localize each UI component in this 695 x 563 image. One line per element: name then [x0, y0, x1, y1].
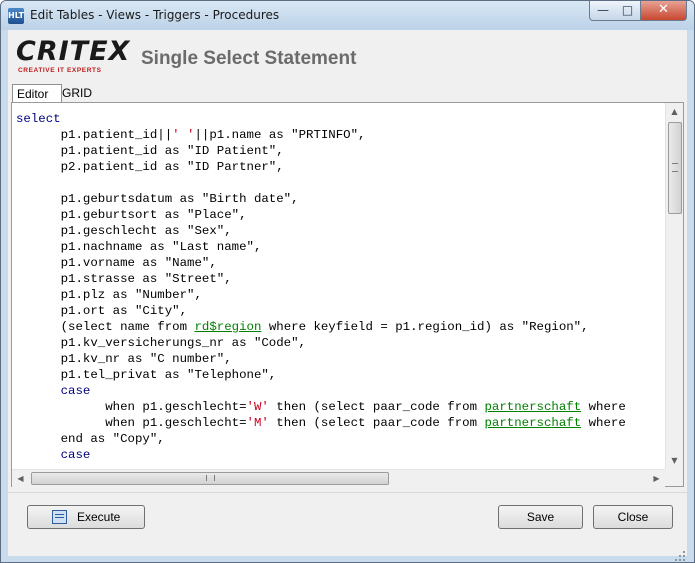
code-line: p1.strasse as "Street", — [16, 271, 665, 287]
close-window-button[interactable]: ✕ — [641, 1, 687, 21]
minimize-icon: — — [597, 3, 609, 17]
table-link[interactable]: partnerschaft — [484, 416, 581, 430]
code-line: p1.patient_id as "ID Patient", — [16, 143, 665, 159]
code-token: p1.geburtsort as "Place", — [16, 208, 247, 222]
maximize-button[interactable]: □ — [615, 1, 641, 21]
close-icon: ✕ — [658, 2, 669, 17]
code-token: p1.ort as "City", — [16, 304, 188, 318]
table-link[interactable]: partnerschaft — [484, 400, 581, 414]
resize-grip-icon[interactable] — [674, 550, 686, 562]
tab-grid[interactable]: GRID — [58, 84, 102, 102]
sql-code: select p1.patient_id||' '||p1.name as "P… — [12, 103, 665, 463]
grip-icon — [206, 475, 215, 481]
code-line: p1.tel_privat as "Telephone", — [16, 367, 665, 383]
tab-editor[interactable]: Editor — [12, 84, 62, 103]
code-token: p1.patient_id as "ID Patient", — [16, 144, 284, 158]
code-line: p1.geburtsdatum as "Birth date", — [16, 191, 665, 207]
header: CRITEX CREATIVE IT EXPERTS Single Select… — [8, 30, 687, 84]
code-line: p1.kv_nr as "C number", — [16, 351, 665, 367]
app-icon[interactable]: HLT — [8, 8, 24, 24]
code-token: p2.patient_id as "ID Partner", — [16, 160, 284, 174]
code-line: p1.patient_id||' '||p1.name as "PRTINFO"… — [16, 127, 665, 143]
code-line: p1.plz as "Number", — [16, 287, 665, 303]
save-button[interactable]: Save — [498, 505, 583, 529]
code-token: p1.vorname as "Name", — [16, 256, 217, 270]
minimize-button[interactable]: — — [589, 1, 617, 21]
code-token: case — [16, 448, 91, 462]
code-line: case — [16, 383, 665, 399]
arrow-up-icon[interactable]: ▲ — [666, 103, 683, 120]
app-window: HLT Edit Tables - Views - Triggers - Pro… — [0, 0, 695, 563]
code-line: when p1.geschlecht='M' then (select paar… — [16, 415, 665, 431]
grip-icon — [672, 163, 678, 172]
code-token: case — [16, 384, 91, 398]
code-line: p1.kv_versicherungs_nr as "Code", — [16, 335, 665, 351]
table-link[interactable]: rd$region — [194, 320, 261, 334]
critex-logo: CRITEX CREATIVE IT EXPERTS — [16, 36, 129, 76]
code-line: p1.vorname as "Name", — [16, 255, 665, 271]
page-title: Single Select Statement — [141, 48, 357, 69]
arrow-left-icon[interactable]: ◀ — [12, 470, 29, 487]
code-token: where keyfield = p1.region_id) as "Regio… — [261, 320, 589, 334]
code-token: p1.geschlecht as "Sex", — [16, 224, 232, 238]
code-token: end as "Copy", — [16, 432, 165, 446]
execute-button[interactable]: Execute — [27, 505, 145, 529]
code-token: 'W' — [246, 400, 269, 414]
footer: Execute Save Close — [8, 492, 687, 556]
arrow-down-icon[interactable]: ▼ — [666, 452, 683, 469]
logo-tagline: CREATIVE IT EXPERTS — [18, 67, 102, 74]
code-token: p1.tel_privat as "Telephone", — [16, 368, 277, 382]
code-line: select — [16, 111, 665, 127]
horizontal-scrollbar[interactable]: ◀ ▶ — [12, 469, 665, 487]
vertical-scroll-thumb[interactable] — [668, 122, 682, 214]
window-title: Edit Tables - Views - Triggers - Procedu… — [30, 8, 280, 22]
code-line: case — [16, 447, 665, 463]
horizontal-scroll-thumb[interactable] — [31, 472, 389, 485]
arrow-right-icon[interactable]: ▶ — [648, 470, 665, 487]
code-token: p1.strasse as "Street", — [16, 272, 232, 286]
code-token: 'M' — [246, 416, 269, 430]
execute-icon — [52, 510, 67, 524]
code-token: where — [581, 416, 626, 430]
code-line: end as "Copy", — [16, 431, 665, 447]
code-token: ' ' — [172, 128, 195, 142]
code-line: (select name from rd$region where keyfie… — [16, 319, 665, 335]
code-token: select — [16, 112, 61, 126]
code-line: when p1.geschlecht='W' then (select paar… — [16, 399, 665, 415]
code-line: p1.ort as "City", — [16, 303, 665, 319]
maximize-icon: □ — [621, 3, 634, 17]
code-token: p1.patient_id|| — [16, 128, 173, 142]
code-token: when p1.geschlecht= — [16, 400, 247, 414]
code-token: p1.kv_versicherungs_nr as "Code", — [16, 336, 306, 350]
execute-button-label: Execute — [77, 510, 121, 524]
vertical-scrollbar[interactable]: ▲ ▼ — [665, 103, 683, 469]
client-area: CRITEX CREATIVE IT EXPERTS Single Select… — [8, 30, 687, 556]
code-token: then (select paar_code from — [268, 416, 485, 430]
code-token: where — [581, 400, 626, 414]
sql-editor[interactable]: select p1.patient_id||' '||p1.name as "P… — [12, 103, 665, 469]
code-line: p1.nachname as "Last name", — [16, 239, 665, 255]
code-token: (select name from — [16, 320, 195, 334]
code-token: then (select paar_code from — [268, 400, 485, 414]
scroll-corner — [665, 469, 683, 486]
code-token: when p1.geschlecht= — [16, 416, 247, 430]
code-token: p1.plz as "Number", — [16, 288, 202, 302]
editor-panel: select p1.patient_id||' '||p1.name as "P… — [11, 102, 684, 487]
code-line: p1.geschlecht as "Sex", — [16, 223, 665, 239]
code-line: p2.patient_id as "ID Partner", — [16, 159, 665, 175]
title-bar[interactable]: HLT Edit Tables - Views - Triggers - Pro… — [1, 1, 694, 30]
code-line: p1.geburtsort as "Place", — [16, 207, 665, 223]
logo-wordmark: CRITEX — [16, 36, 131, 67]
code-token: p1.kv_nr as "C number", — [16, 352, 232, 366]
code-token: ||p1.name as "PRTINFO", — [194, 128, 366, 142]
code-token: p1.nachname as "Last name", — [16, 240, 262, 254]
close-button[interactable]: Close — [593, 505, 673, 529]
code-token: p1.geburtsdatum as "Birth date", — [16, 192, 299, 206]
